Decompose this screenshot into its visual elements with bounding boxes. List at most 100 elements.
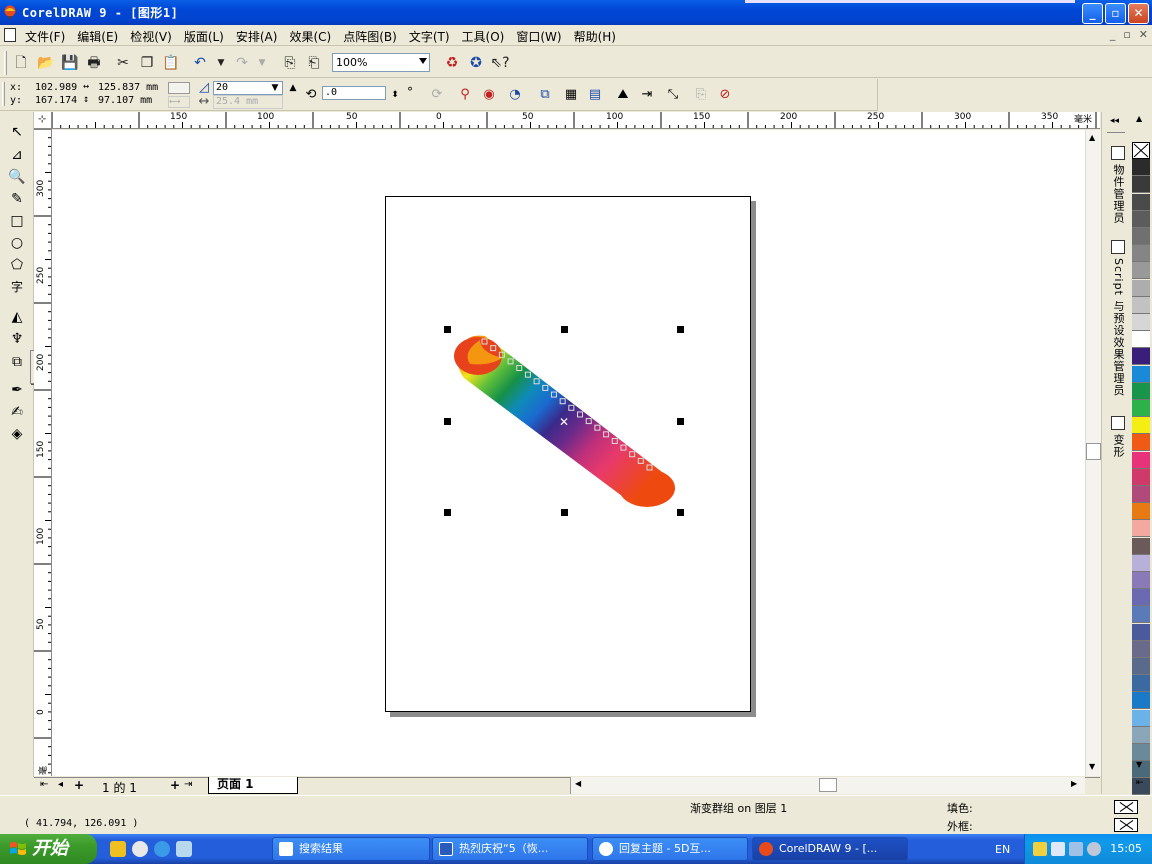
first-page-icon[interactable]: ⇤ [40,779,48,790]
eyedropper-tool-icon[interactable]: ✒ [7,380,27,400]
palette-color-swatch[interactable] [1132,348,1150,366]
cut-icon[interactable]: ✂ [113,53,133,73]
new-file-icon[interactable]: 🗋 [11,53,31,73]
selection-handle-bottom-center[interactable] [561,509,568,516]
rectangle-tool-icon[interactable]: □ [7,211,27,231]
blend-angle-field[interactable]: .0 [322,86,386,100]
zoom-tool-icon[interactable]: 🔍 [7,167,27,187]
palette-color-swatch[interactable] [1132,572,1150,589]
zoom-level-select[interactable]: 100% [332,53,430,72]
palette-scroll-up-icon[interactable]: ▲ [1136,114,1142,123]
object-acceleration-icon[interactable]: ▦ [562,86,580,104]
docker-collapse-icon[interactable]: ◂◂ [1110,116,1119,126]
selection-handle-top-right[interactable] [677,326,684,333]
loop-blend-icon[interactable]: ⟳ [428,86,446,104]
start-end-properties-icon[interactable]: ⛰ [614,86,632,104]
angle-spinner-icon[interactable]: ⬍ [386,86,404,104]
palette-color-swatch[interactable] [1132,159,1150,177]
vertical-scrollbar[interactable]: ▲ ▼ [1085,130,1101,776]
doc-minimize-button[interactable]: _ [1110,28,1116,41]
palette-color-swatch[interactable] [1132,228,1150,245]
clear-blend-icon[interactable]: ⊘ [716,86,734,104]
tray-ime-icon[interactable] [1033,842,1047,856]
task-search-results[interactable]: 搜索结果 [272,837,430,861]
menu-bitmaps[interactable]: 点阵图(B) [343,28,403,45]
palette-color-swatch[interactable] [1132,537,1150,555]
clockwise-blend-icon[interactable]: ◔ [506,86,524,104]
tray-network-icon[interactable] [1051,842,1065,856]
interactive-transparency-tool-icon[interactable]: ♆ [7,329,27,349]
scroll-right-icon[interactable]: ▶ [1071,779,1077,788]
tray-volume-icon[interactable] [1069,842,1083,856]
redo-icon[interactable]: ↷ [232,53,252,73]
palette-color-swatch[interactable] [1132,658,1150,675]
palette-color-swatch[interactable] [1132,692,1150,710]
palette-color-swatch[interactable] [1132,210,1150,228]
menu-view[interactable]: 检视(V) [130,28,178,45]
steps-dropdown-icon[interactable]: ▼ [266,79,284,97]
vertical-ruler[interactable]: 300 250 200 150 100 50 0 毫米 [34,129,52,776]
ellipse-tool-icon[interactable]: ○ [7,233,27,253]
polygon-tool-icon[interactable]: ⬠ [7,255,27,275]
last-page-icon[interactable]: ⇥ [184,779,192,790]
import-icon[interactable]: ⎘ [280,53,300,73]
blend-order-icon[interactable]: ▤ [586,86,604,104]
horizontal-scroll-thumb[interactable] [819,778,837,792]
horizontal-scrollbar[interactable]: ◀ ▶ [570,777,1085,794]
ruler-origin[interactable]: ⊹ [34,112,52,129]
copy-blend-properties-icon[interactable]: ⎘ [692,86,710,104]
copy-icon[interactable]: ❐ [137,53,157,73]
palette-color-swatch[interactable] [1132,709,1150,727]
maximize-button[interactable]: ▫ [1105,3,1126,24]
path-properties-icon[interactable]: ⇥ [638,86,656,104]
input-language-indicator[interactable]: EN [995,843,1010,856]
palette-color-swatch[interactable] [1132,726,1150,744]
palette-color-swatch[interactable] [1132,486,1150,503]
blend-steps-mode-icon[interactable] [168,82,190,94]
menu-tools[interactable]: 工具(O) [462,28,511,45]
palette-color-swatch[interactable] [1132,503,1150,521]
blend-spacing-mode-icon[interactable]: ⟷ [168,96,190,108]
palette-color-swatch[interactable] [1132,331,1150,349]
palette-expand-icon[interactable]: ⇤ [1136,778,1144,788]
palette-color-swatch[interactable] [1132,468,1150,486]
direct-blend-icon[interactable]: ◉ [480,86,498,104]
palette-color-swatch[interactable] [1132,176,1150,194]
menu-effects[interactable]: 效果(C) [289,28,337,45]
counterclockwise-blend-icon[interactable]: ⧉ [536,86,554,104]
doc-restore-button[interactable]: ▫ [1123,28,1130,41]
selection-handle-top-left[interactable] [444,326,451,333]
palette-no-color-swatch[interactable] [1132,142,1150,159]
selection-handle-bottom-right[interactable] [677,509,684,516]
task-word-document[interactable]: 热烈庆祝“5（恢... [432,837,588,861]
scroll-left-icon[interactable]: ◀ [575,779,581,788]
width-field[interactable]: 125.837 mm [98,82,158,93]
miscellaneous-blend-options-icon[interactable]: ⤡ [664,86,682,104]
freehand-tool-icon[interactable]: ✎ [7,189,27,209]
redo-dropdown-icon[interactable]: ▼ [252,53,272,73]
export-icon[interactable]: ⎗ [304,53,324,73]
task-forum-reply[interactable]: 回复主题 - 5D互... [592,837,748,861]
selection-handle-bottom-left[interactable] [444,509,451,516]
menu-file[interactable]: 文件(F) [25,28,71,45]
menu-text[interactable]: 文字(T) [409,28,456,45]
height-field[interactable]: 97.107 mm [98,95,152,106]
add-page-before-icon[interactable]: + [74,778,84,792]
docker-tab-transform[interactable]: 变形 [1106,416,1126,458]
fill-tool-icon[interactable]: ◈ [7,424,27,444]
undo-icon[interactable]: ↶ [190,53,210,73]
palette-color-swatch[interactable] [1132,245,1150,263]
quicklaunch-show-desktop-icon[interactable] [176,841,192,857]
palette-color-swatch[interactable] [1132,554,1150,572]
paste-icon[interactable]: 📋 [161,53,181,73]
save-icon[interactable]: 💾 [60,53,80,73]
toolbar-grip[interactable] [4,51,7,75]
palette-color-swatch[interactable] [1132,744,1150,761]
scroll-up-icon[interactable]: ▲ [1089,133,1095,142]
pick-tool-icon[interactable]: ↖ [7,122,27,142]
previous-page-icon[interactable]: ◂ [58,779,63,790]
blend-center-marker-icon[interactable]: ✕ [559,415,569,429]
shape-tool-icon[interactable]: ⊿ [7,145,27,165]
palette-color-swatch[interactable] [1132,314,1150,331]
object-color-acceleration-icon[interactable]: ⚲ [456,86,474,104]
